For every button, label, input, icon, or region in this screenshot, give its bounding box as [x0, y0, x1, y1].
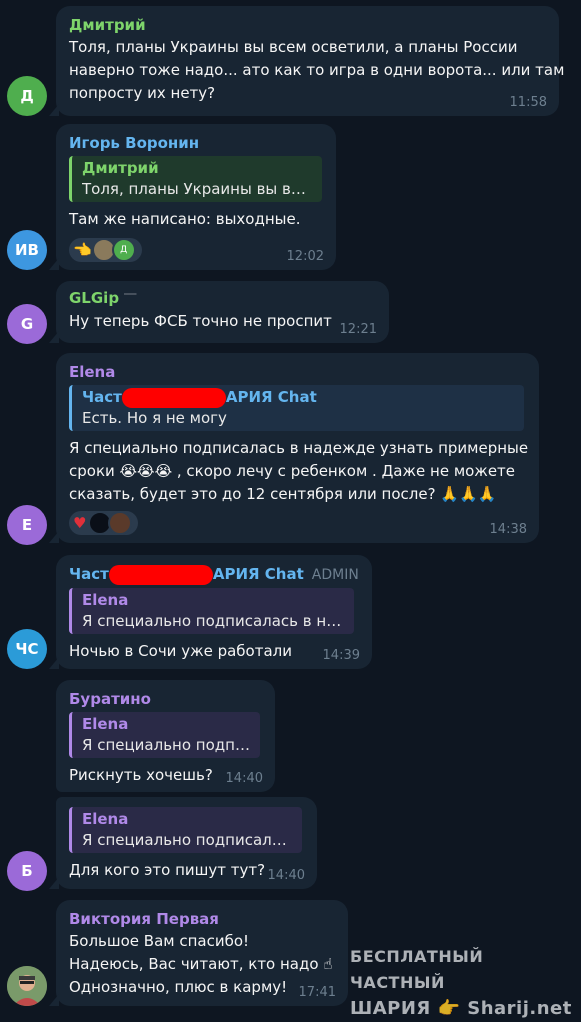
avatar-initials: E — [21, 516, 33, 534]
author-name-text: GLGip — [69, 289, 120, 307]
author-name[interactable]: Виктория Первая — [69, 908, 335, 930]
message-time: 12:21 — [339, 322, 377, 337]
message-text: сказать, будет это до 12 сентября или по… — [69, 485, 497, 503]
reply-quote[interactable]: Част АРИЯ Chat Есть. Но я не могу — [69, 385, 524, 431]
reply-author: Дмитрий — [82, 159, 159, 177]
reactor-avatar — [108, 511, 133, 535]
message-row: Част АРИЯ Chat ADMIN Elena Я специально по… — [0, 555, 581, 669]
message-text: Там же написано: выходные. — [69, 210, 301, 228]
bubble-tail — [49, 994, 59, 1006]
author-name[interactable]: Игорь Воронин — [69, 132, 323, 154]
reply-author: Elena — [82, 591, 129, 609]
message-time: 14:40 — [225, 771, 263, 786]
message-row: Дмитрий Толя, планы Украины вы всем осве… — [0, 6, 581, 116]
message-time: 14:38 — [489, 522, 527, 537]
avatar-initials: Б — [21, 862, 33, 880]
message-row: Elena Част АРИЯ Chat Есть. Но я не могу Я… — [0, 353, 581, 545]
reactions: 👈 Д — [69, 237, 323, 263]
message-text: Толя, планы Украины вы всем осветили, а … — [69, 38, 518, 56]
reply-quote[interactable]: Elena Я специально подпи... — [69, 712, 260, 758]
message-text: сроки 😭😭😭 , скоро лечу с ребенком . Даже… — [69, 462, 516, 480]
message-text: Большое Вам спасибо! — [69, 932, 250, 950]
author-name-suffix: АРИЯ Chat — [212, 565, 304, 583]
avatar[interactable]: ЧС — [7, 629, 47, 669]
message-time: 12:02 — [286, 249, 324, 264]
message-bubble[interactable]: Elena Част АРИЯ Chat Есть. Но я не могу Я… — [49, 353, 539, 543]
reply-quote[interactable]: Elena Я специально подписала... — [69, 807, 302, 853]
message-row: GLGip ⎺ Ну теперь ФСБ точно не проспит 1… — [0, 281, 581, 344]
reply-text: Я специально подписалась в над... — [82, 612, 344, 630]
message-bubble[interactable]: Виктория Первая Большое Вам спасибо! Над… — [49, 900, 348, 1006]
watermark-line: БЕСПЛАТНЫЙ ЧАСТНЫЙ — [350, 947, 484, 992]
message-bubble[interactable]: Дмитрий Толя, планы Украины вы всем осве… — [49, 6, 565, 116]
reactor-avatar: Д — [111, 238, 136, 262]
reply-text: Я специально подпи... — [82, 736, 250, 754]
avatar[interactable]: Б — [7, 851, 47, 891]
message-time: 14:39 — [322, 648, 360, 663]
bubble-tail — [49, 657, 59, 669]
avatar[interactable]: ИВ — [7, 230, 47, 270]
reaction-pill[interactable]: 👈 Д — [69, 238, 142, 262]
heart-icon: ♥ — [73, 514, 87, 532]
author-name[interactable]: Elena — [69, 361, 526, 383]
user-status-icon: ⎺ — [124, 292, 137, 306]
bubble-tail — [49, 877, 59, 889]
bubble-tail — [49, 258, 59, 270]
reaction-pill[interactable]: ♥ — [69, 511, 139, 535]
reply-author: Elena — [82, 810, 129, 828]
message-row: Elena Я специально подписала... Для кого… — [0, 797, 581, 891]
author-name[interactable]: Буратино — [69, 688, 262, 710]
reply-quote[interactable]: Elena Я специально подписалась в над... — [69, 588, 354, 634]
message-text: наверно тоже надо... ато как то игра в о… — [69, 61, 565, 79]
reply-text: Я специально подписала... — [82, 831, 292, 849]
message-time: 11:58 — [509, 95, 547, 110]
reply-author-suffix: АРИЯ Chat — [225, 388, 317, 406]
watermark-line: ШАРИЯ 👉 Sharij.net — [350, 998, 572, 1019]
avatar[interactable] — [7, 966, 47, 1006]
message-bubble[interactable]: Буратино Elena Я специально подпи... Рис… — [56, 680, 275, 792]
avatar[interactable]: G — [7, 304, 47, 344]
message-text: Ночью в Сочи уже работали — [69, 642, 292, 660]
avatar-initials: ЧС — [15, 640, 39, 658]
author-name[interactable]: Дмитрий — [69, 14, 546, 36]
avatar-initials: Д — [20, 87, 34, 105]
message-text: Однозначно, плюс в карму! — [69, 978, 288, 996]
message-bubble[interactable]: Elena Я специально подписала... Для кого… — [49, 797, 317, 889]
message-bubble[interactable]: Игорь Воронин Дмитрий Толя, планы Украин… — [49, 124, 336, 270]
message-time: 17:41 — [298, 985, 336, 1000]
author-name[interactable]: Част АРИЯ Chat ADMIN — [69, 563, 359, 586]
reply-author: Elena — [82, 715, 129, 733]
reply-text: Есть. Но я не могу — [82, 409, 227, 427]
bubble-tail — [49, 104, 59, 116]
message-bubble[interactable]: GLGip ⎺ Ну теперь ФСБ точно не проспит 1… — [49, 281, 389, 343]
author-name[interactable]: GLGip ⎺ — [69, 287, 376, 310]
message-time: 14:40 — [267, 868, 305, 883]
message-row: Игорь Воронин Дмитрий Толя, планы Украин… — [0, 124, 581, 272]
reply-author: Част АРИЯ Chat — [82, 387, 514, 408]
avatar[interactable]: Д — [7, 76, 47, 116]
reply-text: Толя, планы Украины вы все... — [82, 180, 312, 198]
message-row: Буратино Elena Я специально подпи... Рис… — [0, 680, 581, 792]
reactions: ♥ — [69, 510, 526, 536]
pointing-hand-icon: 👈 — [73, 241, 92, 259]
message-text: Ну теперь ФСБ точно не проспит — [69, 312, 332, 330]
reply-author-prefix: Част — [82, 388, 122, 406]
author-name-prefix: Част — [69, 565, 109, 583]
message-text: Надеюсь, Вас читают, кто надо ☝ — [69, 955, 333, 973]
watermark: БЕСПЛАТНЫЙ ЧАСТНЫЙ ШАРИЯ 👉 Sharij.net — [350, 944, 580, 1022]
redacted-region — [121, 387, 226, 408]
avatar-initials: G — [20, 315, 34, 333]
bubble-tail — [49, 531, 59, 543]
message-text: попросту их нету? — [69, 84, 216, 102]
reply-quote[interactable]: Дмитрий Толя, планы Украины вы все... — [69, 156, 322, 202]
message-bubble[interactable]: Част АРИЯ Chat ADMIN Elena Я специально по… — [49, 555, 372, 669]
admin-badge: ADMIN — [311, 567, 359, 583]
profile-photo-icon — [7, 966, 47, 1006]
bubble-tail — [49, 331, 59, 343]
message-text: Я специально подписалась в надежде узнат… — [69, 439, 529, 457]
avatar[interactable]: E — [7, 505, 47, 545]
avatar-initials: ИВ — [15, 241, 39, 259]
redacted-region — [108, 564, 213, 585]
